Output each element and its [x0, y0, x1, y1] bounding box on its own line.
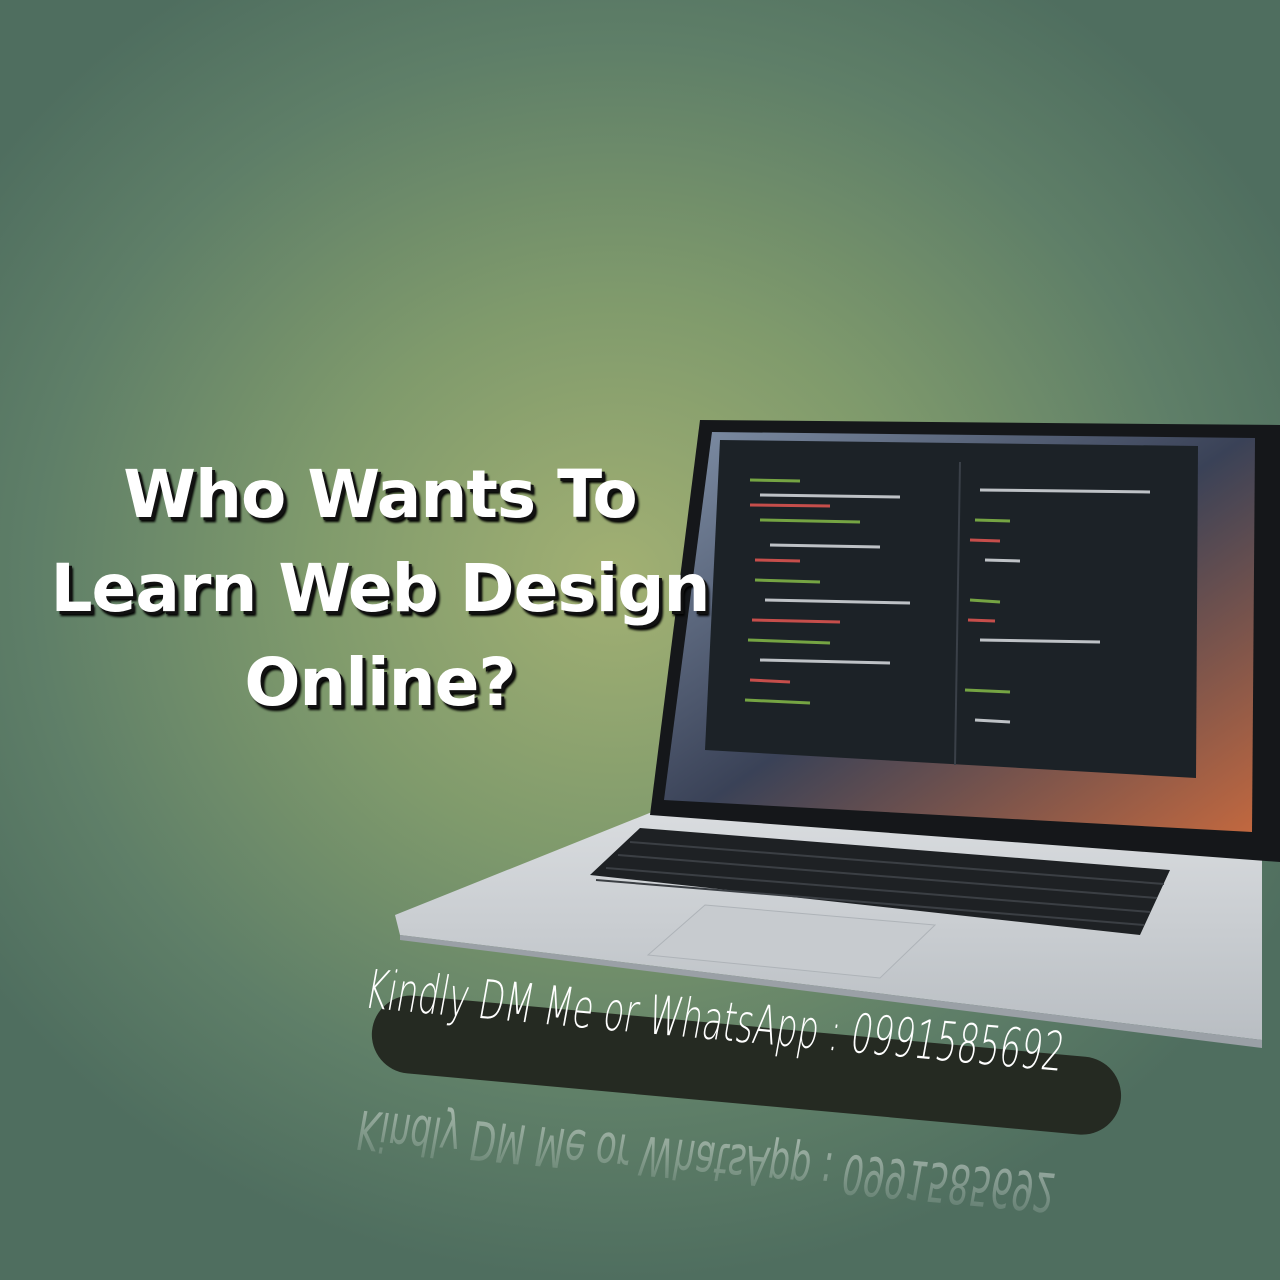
- headline-line-2: Learn Web Design: [50, 550, 711, 627]
- headline: Who Wants To Learn Web Design Online?: [20, 448, 740, 730]
- headline-line-1: Who Wants To: [123, 456, 638, 533]
- headline-line-3: Online?: [244, 644, 516, 721]
